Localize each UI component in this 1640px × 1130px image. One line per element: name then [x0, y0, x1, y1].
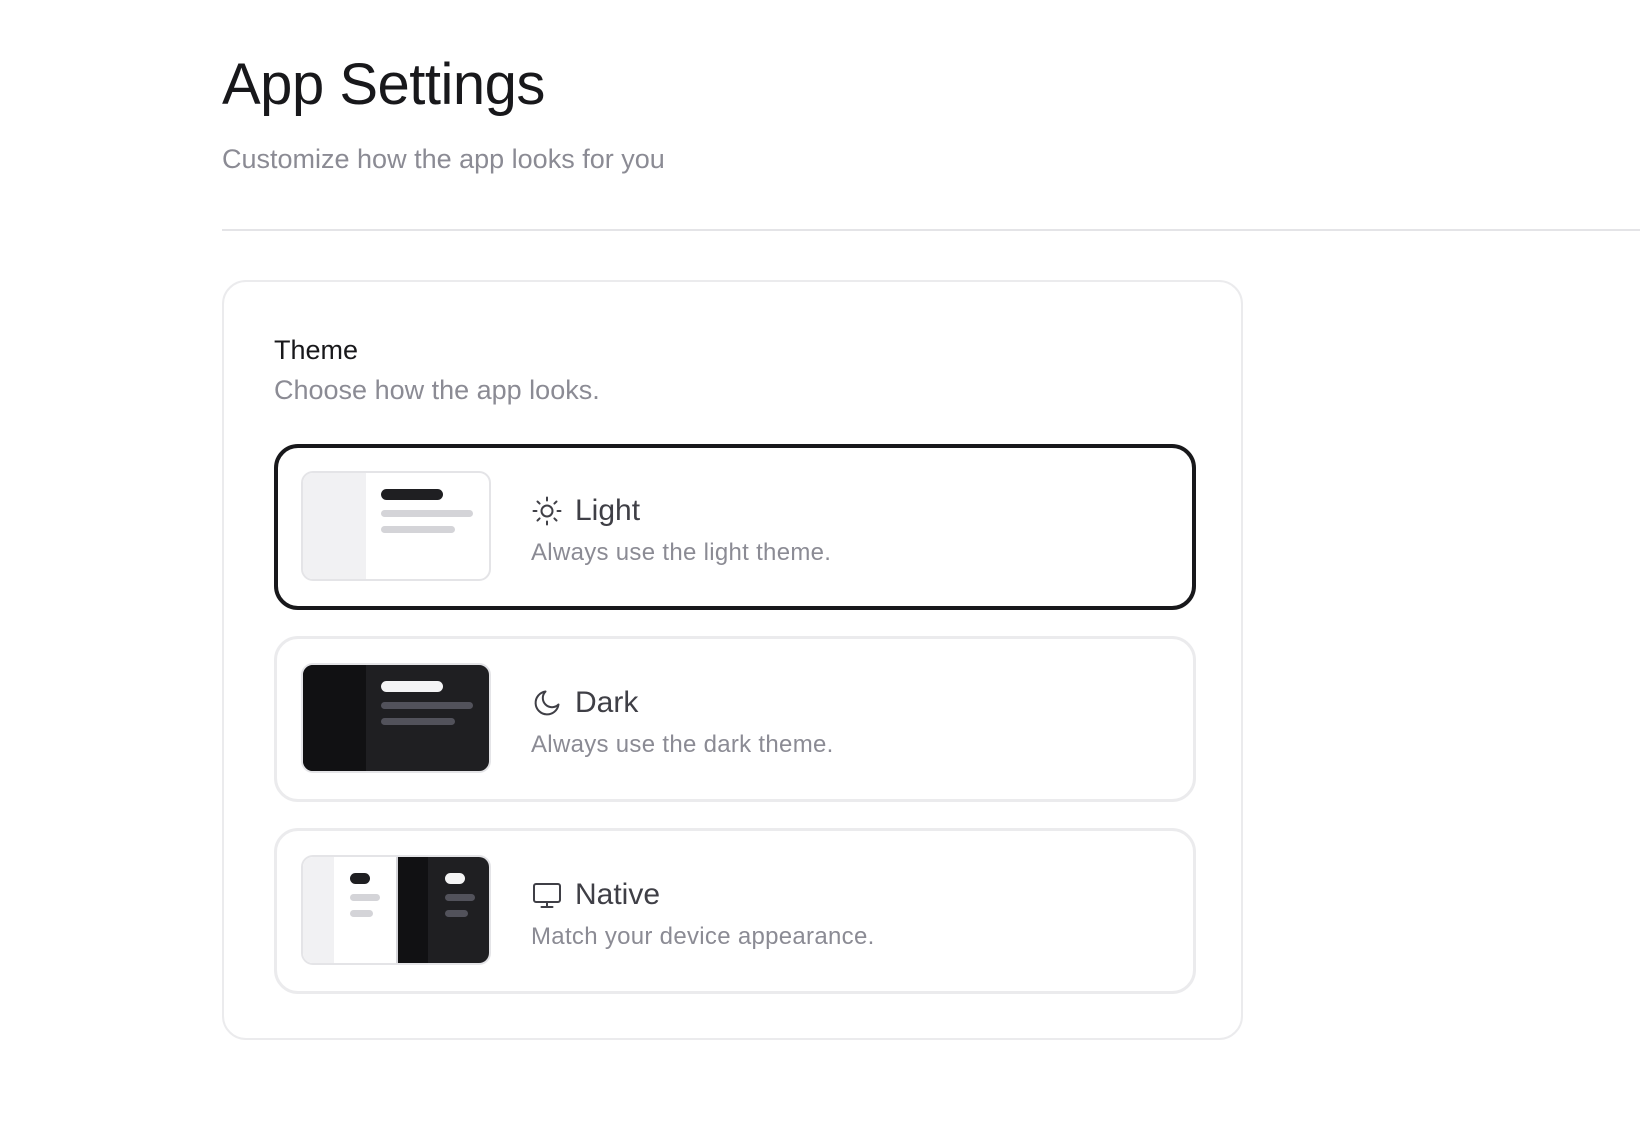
- theme-option-dark[interactable]: Dark Always use the dark theme.: [274, 636, 1196, 802]
- page-title: App Settings: [222, 52, 545, 117]
- theme-card: Theme Choose how the app looks. Light Al…: [222, 280, 1243, 1040]
- theme-option-description: Always use the dark theme.: [531, 731, 834, 758]
- theme-option-label: Dark: [575, 686, 639, 719]
- sun-icon: [531, 495, 563, 527]
- header-divider: [222, 229, 1640, 231]
- theme-section-title: Theme: [274, 335, 359, 365]
- dark-theme-preview: [301, 663, 491, 773]
- native-theme-preview: [301, 855, 491, 965]
- theme-option-description: Match your device appearance.: [531, 923, 875, 950]
- page-subtitle: Customize how the app looks for you: [222, 144, 665, 174]
- light-theme-preview: [301, 471, 491, 581]
- theme-option-light[interactable]: Light Always use the light theme.: [274, 444, 1196, 610]
- theme-option-label: Native: [575, 878, 661, 911]
- monitor-icon: [531, 879, 563, 911]
- theme-section-description: Choose how the app looks.: [274, 375, 600, 405]
- theme-option-label: Light: [575, 494, 641, 527]
- settings-page: App Settings Customize how the app looks…: [0, 0, 1640, 1130]
- moon-icon: [531, 687, 563, 719]
- theme-option-description: Always use the light theme.: [531, 539, 832, 566]
- theme-option-native[interactable]: Native Match your device appearance.: [274, 828, 1196, 994]
